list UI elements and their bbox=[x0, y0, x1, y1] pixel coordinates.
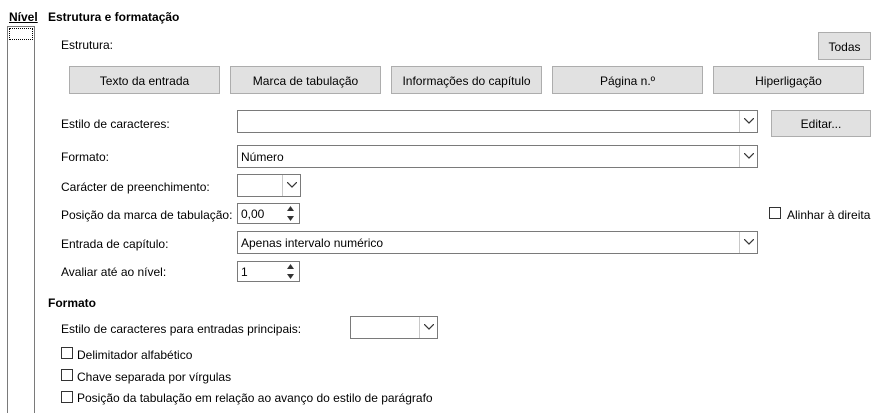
format-combo[interactable]: Número bbox=[237, 145, 758, 168]
spin-down-icon[interactable] bbox=[283, 272, 299, 282]
main-entries-style-label: Estilo de caracteres para entradas princ… bbox=[61, 322, 302, 336]
tab-position-spin[interactable]: 0,00 bbox=[237, 203, 300, 224]
tab-position-relative-label: Posição da tabulação em relação ao avanç… bbox=[77, 391, 433, 405]
chapter-info-button[interactable]: Informações do capítulo bbox=[391, 66, 542, 94]
fill-char-label: Carácter de preenchimento: bbox=[61, 180, 210, 194]
comma-separated-key-label: Chave separada por vírgulas bbox=[77, 370, 232, 384]
format-label: Formato: bbox=[61, 150, 110, 164]
align-right-label: Alinhar à direita bbox=[787, 208, 871, 222]
tab-position-relative-checkbox[interactable] bbox=[61, 391, 73, 403]
chapter-entry-label: Entrada de capítulo: bbox=[61, 237, 169, 251]
eval-level-spin[interactable]: 1 bbox=[237, 261, 300, 282]
chapter-entry-value: Apenas intervalo numérico bbox=[241, 236, 384, 250]
spin-down-icon[interactable] bbox=[283, 214, 299, 224]
all-button[interactable]: Todas bbox=[818, 32, 871, 60]
align-right-checkbox[interactable] bbox=[769, 207, 781, 219]
comma-separated-key-checkbox[interactable] bbox=[61, 369, 73, 381]
format-value: Número bbox=[241, 150, 284, 164]
tab-stop-button[interactable]: Marca de tabulação bbox=[230, 66, 381, 94]
eval-level-value: 1 bbox=[241, 265, 248, 279]
tab-position-label: Posição da marca de tabulação: bbox=[61, 208, 233, 222]
alphabetical-delimiter-label: Delimitador alfabético bbox=[77, 348, 193, 362]
alphabetical-delimiter-checkbox[interactable] bbox=[61, 347, 73, 359]
main-entries-style-combo[interactable] bbox=[350, 316, 438, 339]
level-list-selected-item[interactable] bbox=[9, 28, 33, 40]
edit-button[interactable]: Editar... bbox=[771, 110, 871, 137]
level-list[interactable] bbox=[7, 26, 35, 413]
chevron-down-icon[interactable] bbox=[739, 146, 757, 167]
chevron-down-icon[interactable] bbox=[739, 232, 757, 253]
char-style-combo[interactable] bbox=[237, 110, 758, 133]
structure-label: Estrutura: bbox=[61, 38, 114, 52]
chevron-down-icon[interactable] bbox=[419, 317, 437, 338]
char-style-label: Estilo de caracteres: bbox=[61, 117, 170, 131]
format-section-title: Formato bbox=[48, 296, 96, 310]
chevron-down-icon[interactable] bbox=[739, 111, 757, 132]
spin-up-icon[interactable] bbox=[283, 204, 299, 214]
structure-section-title: Estrutura e formatação bbox=[48, 10, 180, 24]
fill-char-combo[interactable] bbox=[237, 174, 301, 197]
hyperlink-button[interactable]: Hiperligação bbox=[713, 66, 864, 94]
level-header: Nível bbox=[9, 10, 38, 24]
page-number-button[interactable]: Página n.º bbox=[552, 66, 703, 94]
entry-text-button[interactable]: Texto da entrada bbox=[69, 66, 220, 94]
tab-position-value: 0,00 bbox=[241, 207, 265, 221]
chevron-down-icon[interactable] bbox=[282, 175, 300, 196]
eval-level-label: Avaliar até ao nível: bbox=[61, 265, 167, 279]
spin-up-icon[interactable] bbox=[283, 262, 299, 272]
chapter-entry-combo[interactable]: Apenas intervalo numérico bbox=[237, 231, 758, 254]
